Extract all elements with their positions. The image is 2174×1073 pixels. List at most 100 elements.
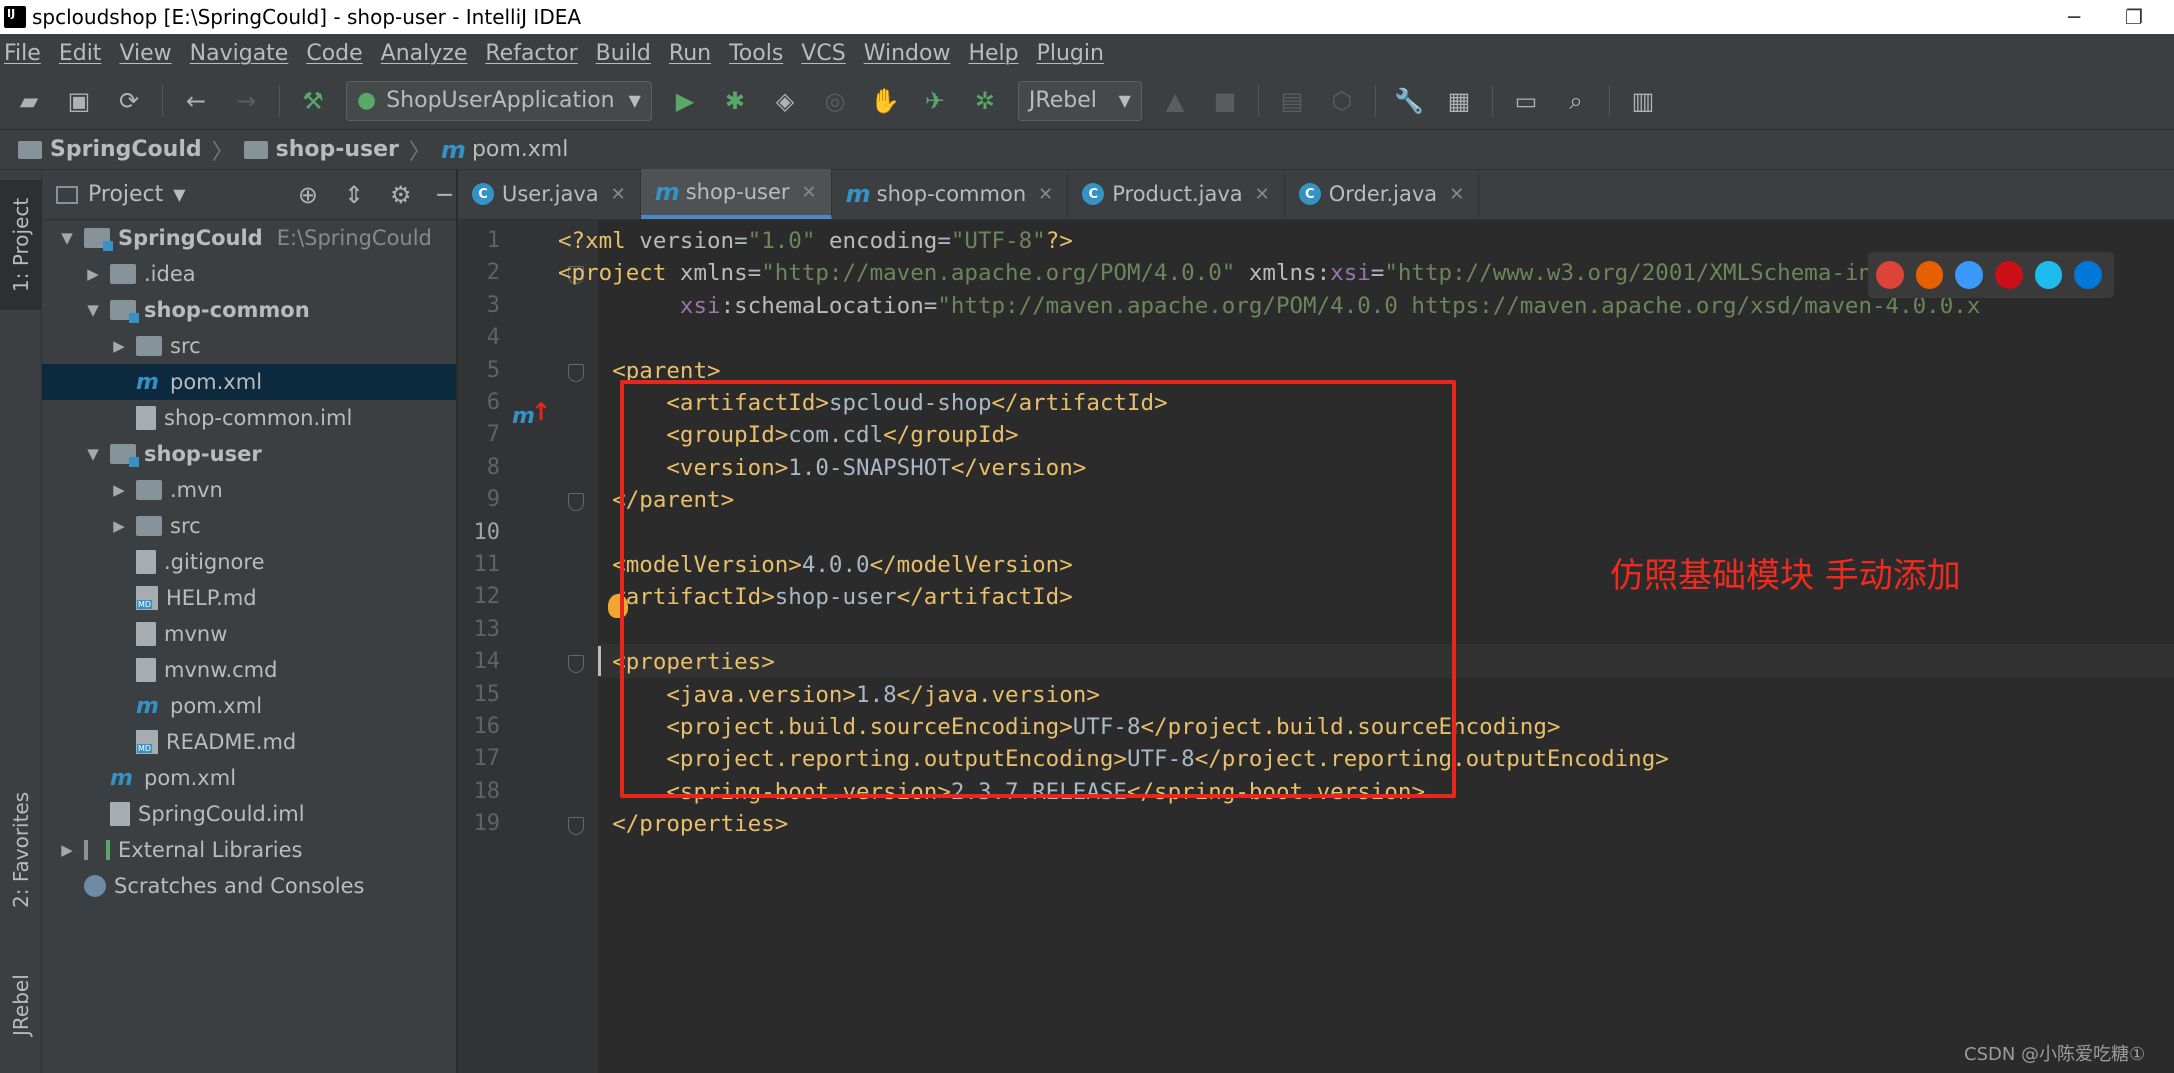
project-panel-title[interactable]: Project: [88, 182, 163, 207]
sync-icon[interactable]: ⟳: [112, 84, 146, 118]
tree-item[interactable]: ▶ .idea: [42, 256, 456, 292]
gear-icon[interactable]: ⚙: [390, 181, 412, 209]
navigate-parent-arrow-icon[interactable]: ↑: [531, 398, 551, 426]
breadcrumb-item[interactable]: pom.xml: [472, 137, 568, 162]
tool-tab-favorites[interactable]: 2: Favorites: [0, 770, 42, 930]
locate-target-icon[interactable]: ⊕: [298, 181, 318, 209]
collapse-arrow-icon[interactable]: ▶: [108, 337, 130, 355]
restore-button[interactable]: ❐: [2104, 0, 2164, 34]
tree-item[interactable]: m pom.xml: [42, 688, 456, 724]
expand-arrow-icon[interactable]: ▼: [56, 229, 78, 247]
menu-view[interactable]: View: [119, 41, 171, 66]
collapse-arrow-icon[interactable]: ▶: [108, 481, 130, 499]
menu-help[interactable]: Help: [968, 41, 1018, 66]
tree-item[interactable]: README.md: [42, 724, 456, 760]
menu-build[interactable]: Build: [596, 41, 651, 66]
opera-icon[interactable]: [1995, 261, 2023, 289]
remote-icon[interactable]: ▤: [1275, 84, 1309, 118]
search-icon[interactable]: ⌕: [1559, 84, 1593, 118]
terminal-icon[interactable]: ▭: [1509, 84, 1543, 118]
menu-file[interactable]: File: [4, 41, 41, 66]
firefox-icon[interactable]: [1915, 261, 1944, 289]
minimize-button[interactable]: ─: [2044, 0, 2104, 34]
tree-item-label: shop-common.iml: [164, 406, 353, 430]
line-number: 5: [486, 357, 500, 383]
tree-item[interactable]: ▶ src: [42, 508, 456, 544]
build-hammer-icon[interactable]: ⚒: [296, 84, 330, 118]
tree-item[interactable]: ▶ src: [42, 328, 456, 364]
editor-tab[interactable]: C Product.java ✕: [1068, 169, 1285, 219]
menu-plugin[interactable]: Plugin: [1037, 41, 1104, 66]
tool-tab-project[interactable]: 1: Project: [0, 180, 42, 310]
run-icon[interactable]: ▶: [668, 84, 702, 118]
breadcrumb-item[interactable]: SpringCould: [50, 137, 202, 162]
profile-icon[interactable]: ◎: [818, 84, 852, 118]
breadcrumb-item[interactable]: shop-user: [276, 137, 399, 162]
tree-item[interactable]: shop-common.iml: [42, 400, 456, 436]
back-arrow-icon[interactable]: ←: [179, 84, 213, 118]
tree-item[interactable]: ▶ External Libraries: [42, 832, 456, 868]
tool-tab-jrebel[interactable]: JRebel: [0, 950, 42, 1060]
chrome-icon[interactable]: [1876, 261, 1904, 289]
tree-item[interactable]: m pom.xml: [42, 364, 456, 400]
attach-icon[interactable]: ✋: [868, 84, 902, 118]
close-icon[interactable]: ✕: [1449, 184, 1464, 205]
close-icon[interactable]: ✕: [1255, 184, 1270, 205]
hide-panel-icon[interactable]: ─: [438, 181, 452, 209]
collapse-arrow-icon[interactable]: ▶: [56, 841, 78, 859]
tree-item[interactable]: mvnw: [42, 616, 456, 652]
jrebel-run-icon[interactable]: ✈: [918, 84, 952, 118]
close-icon[interactable]: ✕: [802, 182, 817, 203]
tree-item[interactable]: HELP.md: [42, 580, 456, 616]
forward-arrow-icon[interactable]: →: [229, 84, 263, 118]
tree-item[interactable]: mvnw.cmd: [42, 652, 456, 688]
module-folder-icon: [110, 300, 139, 323]
tree-item[interactable]: Scratches and Consoles: [42, 868, 456, 904]
tree-item[interactable]: SpringCould.iml: [42, 796, 456, 832]
menu-vcs[interactable]: VCS: [801, 41, 845, 66]
close-icon[interactable]: ✕: [611, 184, 626, 205]
edge-icon[interactable]: [2074, 261, 2103, 289]
collapse-arrow-icon[interactable]: ▶: [108, 517, 130, 535]
stop-icon[interactable]: ■: [1208, 84, 1242, 118]
chevron-down-icon[interactable]: ▼: [173, 185, 185, 204]
menu-run[interactable]: Run: [669, 41, 711, 66]
close-icon[interactable]: ✕: [1038, 184, 1053, 205]
editor-tab[interactable]: C Order.java ✕: [1285, 169, 1480, 219]
settings-wrench-icon[interactable]: 🔧: [1392, 84, 1426, 118]
safari-icon[interactable]: [1955, 261, 1984, 289]
menu-window[interactable]: Window: [864, 41, 951, 66]
menu-analyze[interactable]: Analyze: [381, 41, 468, 66]
expand-arrow-icon[interactable]: ▼: [82, 301, 104, 319]
menu-refactor[interactable]: Refactor: [485, 41, 577, 66]
save-all-icon[interactable]: ▣: [62, 84, 96, 118]
collapse-arrow-icon[interactable]: ▶: [82, 265, 104, 283]
tree-item[interactable]: ▶ .mvn: [42, 472, 456, 508]
deploy-icon[interactable]: ⬡: [1325, 84, 1359, 118]
project-structure-icon[interactable]: ▦: [1442, 84, 1476, 118]
expand-arrow-icon[interactable]: ▼: [82, 445, 104, 463]
jrebel-debug-icon[interactable]: ✲: [968, 84, 1002, 118]
collapse-all-icon[interactable]: ⇕: [344, 181, 364, 209]
editor-tab[interactable]: m shop-common ✕: [832, 169, 1069, 219]
open-folder-icon[interactable]: ▰: [12, 84, 46, 118]
tree-item[interactable]: .gitignore: [42, 544, 456, 580]
tree-item[interactable]: m pom.xml: [42, 760, 456, 796]
database-tree-icon[interactable]: ▥: [1626, 84, 1660, 118]
coverage-icon[interactable]: ◈: [768, 84, 802, 118]
menu-edit[interactable]: Edit: [59, 41, 102, 66]
jrebel-dropdown[interactable]: JRebel ▼: [1017, 80, 1142, 121]
rebel-update-icon[interactable]: ▲: [1158, 84, 1192, 118]
menu-tools[interactable]: Tools: [729, 41, 783, 66]
editor-tab[interactable]: C User.java ✕: [458, 169, 641, 219]
tree-item[interactable]: ▼ shop-common: [42, 292, 456, 328]
menu-code[interactable]: Code: [306, 41, 362, 66]
tree-item[interactable]: ▼ shop-user: [42, 436, 456, 472]
editor-tab[interactable]: m shop-user ✕: [640, 169, 832, 219]
debug-bug-icon[interactable]: ✱: [718, 84, 752, 118]
menu-navigate[interactable]: Navigate: [190, 41, 289, 66]
tree-item[interactable]: ▼ SpringCould E:\SpringCould: [42, 220, 456, 256]
run-configuration-dropdown[interactable]: ● ShopUserApplication ▼: [346, 80, 652, 121]
internet-explorer-icon[interactable]: [2034, 261, 2063, 289]
scratches-icon: [84, 875, 106, 897]
